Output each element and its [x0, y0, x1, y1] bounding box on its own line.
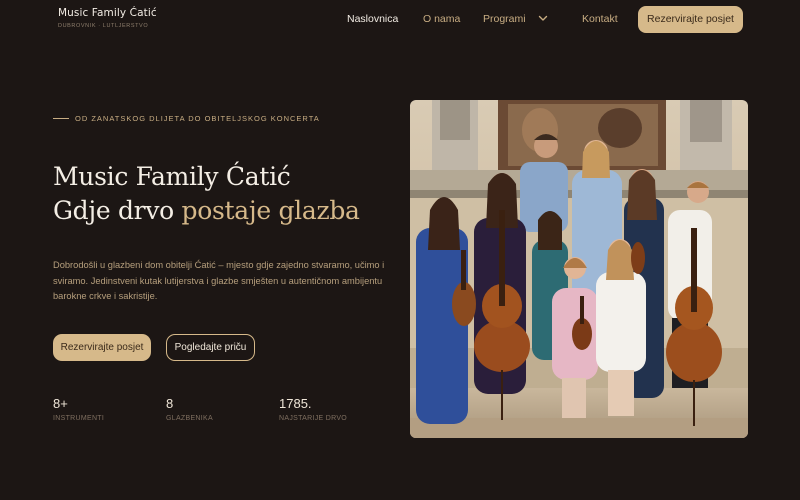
stat-oldest-wood: 1785. NAJSTARIJE DRVO	[279, 396, 347, 422]
hero-title-line2-plain: Gdje drvo	[53, 196, 182, 225]
hero-title-line2: Gdje drvo postaje glazba	[53, 194, 360, 228]
nav-item-naslovnica[interactable]: Naslovnica	[347, 13, 398, 25]
stat-musicians: 8 GLAZBENIKA	[166, 396, 213, 422]
hero-intro-text: Dobrodošli u glazbeni dom obitelji Ćatić…	[53, 260, 385, 301]
nav-item-o-nama[interactable]: O nama	[423, 13, 460, 25]
watch-story-button[interactable]: Pogledajte priču	[166, 334, 255, 361]
top-navigation: Music Family Ćatić DUBROVNIK · LUTLJERST…	[0, 0, 800, 40]
stat-label: INSTRUMENTI	[53, 415, 105, 422]
stat-label: GLAZBENIKA	[166, 415, 213, 422]
hero-title: Music Family Ćatić Gdje drvo postaje gla…	[53, 160, 360, 228]
stat-instruments: 8+ INSTRUMENTI	[53, 396, 104, 422]
family-photo	[410, 100, 748, 438]
hero-eyebrow: OD ZANATSKOG DLIJETA DO OBITELJSKOG KONC…	[53, 114, 320, 123]
chevron-down-icon[interactable]	[537, 11, 549, 23]
stat-value: 8+	[53, 396, 68, 411]
brand-name: Music Family Ćatić	[58, 7, 157, 19]
brand-logo[interactable]: Music Family Ćatić DUBROVNIK · LUTLJERST…	[58, 7, 157, 29]
stat-value: 8	[166, 396, 174, 411]
eyebrow-divider	[53, 118, 69, 119]
nav-item-programi[interactable]: Programi	[483, 13, 526, 25]
stat-value: 1785.	[279, 396, 312, 411]
nav-item-kontakt[interactable]: Kontakt	[582, 13, 618, 25]
nav-reserve-button[interactable]: Rezervirajte posjet	[638, 6, 743, 33]
reserve-visit-button[interactable]: Rezervirajte posjet	[53, 334, 151, 361]
brand-subtitle: DUBROVNIK · LUTLJERSTVO	[58, 23, 149, 29]
stat-label: NAJSTARIJE DRVO	[279, 415, 348, 422]
hero-title-highlight: postaje glazba	[181, 196, 360, 225]
hero-title-line1: Music Family Ćatić	[53, 162, 291, 191]
eyebrow-text: OD ZANATSKOG DLIJETA DO OBITELJSKOG KONC…	[75, 114, 320, 123]
